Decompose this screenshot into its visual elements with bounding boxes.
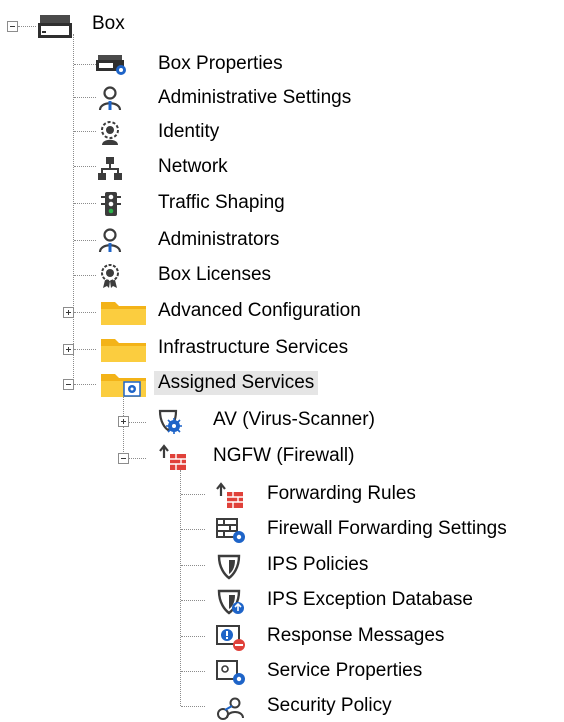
tree-line bbox=[181, 636, 205, 637]
identity-icon bbox=[101, 121, 119, 145]
tree-line bbox=[74, 312, 96, 313]
tree-line bbox=[74, 349, 96, 350]
tree-line bbox=[74, 64, 96, 65]
tree-line bbox=[74, 131, 96, 132]
tree-view: Box Box Properties Administrative Settin… bbox=[0, 0, 564, 722]
node-label: IPS Policies bbox=[267, 554, 369, 575]
node-label: Administrators bbox=[158, 229, 280, 250]
folder-icon bbox=[101, 339, 146, 362]
tree-line bbox=[73, 34, 74, 390]
node-label: Firewall Forwarding Settings bbox=[267, 518, 507, 539]
expand-toggle-av[interactable] bbox=[118, 416, 129, 427]
tree-line bbox=[74, 240, 96, 241]
services-folder-icon bbox=[101, 374, 146, 397]
node-label: Assigned Services bbox=[154, 371, 319, 395]
tree-line bbox=[123, 396, 124, 458]
forwarding-rules-icon bbox=[216, 482, 243, 508]
node-label: Box bbox=[92, 13, 125, 34]
security-policy-icon bbox=[217, 697, 244, 720]
node-label: Traffic Shaping bbox=[158, 192, 285, 213]
tree-line bbox=[74, 203, 96, 204]
virus-scanner-icon bbox=[158, 409, 182, 434]
node-label: Forwarding Rules bbox=[267, 483, 416, 504]
node-label: Security Policy bbox=[267, 695, 392, 716]
node-label: Identity bbox=[158, 121, 220, 142]
node-label: Box Licenses bbox=[158, 264, 272, 285]
admin-settings-icon bbox=[98, 86, 122, 111]
service-properties-icon bbox=[216, 660, 245, 685]
node-label: Network bbox=[158, 156, 228, 177]
node-label: Box Properties bbox=[158, 53, 283, 74]
tree-line bbox=[181, 529, 205, 530]
tree-line bbox=[74, 275, 96, 276]
administrators-icon bbox=[98, 228, 122, 253]
node-label: Advanced Configuration bbox=[158, 300, 361, 321]
node-label: IPS Exception Database bbox=[267, 589, 473, 610]
node-label: Response Messages bbox=[267, 625, 445, 646]
tree-line bbox=[74, 384, 96, 385]
tree-line bbox=[74, 166, 96, 167]
traffic-light-icon bbox=[101, 192, 121, 216]
firewall-icon bbox=[159, 444, 186, 470]
box-icon bbox=[38, 15, 72, 38]
box-properties-icon bbox=[96, 55, 126, 75]
ips-exception-icon bbox=[217, 589, 244, 615]
forwarding-settings-icon bbox=[216, 518, 245, 543]
tree-line bbox=[181, 706, 205, 707]
ips-shield-icon bbox=[217, 554, 241, 580]
expand-toggle-infrastructure-services[interactable] bbox=[63, 344, 74, 355]
minus-icon bbox=[66, 384, 71, 385]
tree-line bbox=[181, 671, 205, 672]
expand-toggle-advanced-configuration[interactable] bbox=[63, 307, 74, 318]
node-label: NGFW (Firewall) bbox=[213, 445, 355, 466]
node-label: AV (Virus-Scanner) bbox=[213, 409, 375, 430]
collapse-toggle-ngfw[interactable] bbox=[118, 453, 129, 464]
license-icon bbox=[101, 264, 119, 288]
collapse-toggle-box[interactable] bbox=[7, 21, 18, 32]
tree-line bbox=[18, 26, 36, 27]
node-label: Administrative Settings bbox=[158, 87, 352, 108]
folder-icon bbox=[101, 302, 146, 325]
node-label: Infrastructure Services bbox=[158, 337, 349, 358]
tree-line bbox=[74, 97, 96, 98]
network-icon bbox=[98, 157, 122, 180]
collapse-toggle-assigned-services[interactable] bbox=[63, 379, 74, 390]
response-messages-icon bbox=[216, 625, 245, 651]
node-label: Service Properties bbox=[267, 660, 423, 681]
tree-line bbox=[181, 565, 205, 566]
minus-icon bbox=[10, 26, 15, 27]
tree-line bbox=[181, 494, 205, 495]
tree-line bbox=[181, 600, 205, 601]
minus-icon bbox=[121, 458, 126, 459]
